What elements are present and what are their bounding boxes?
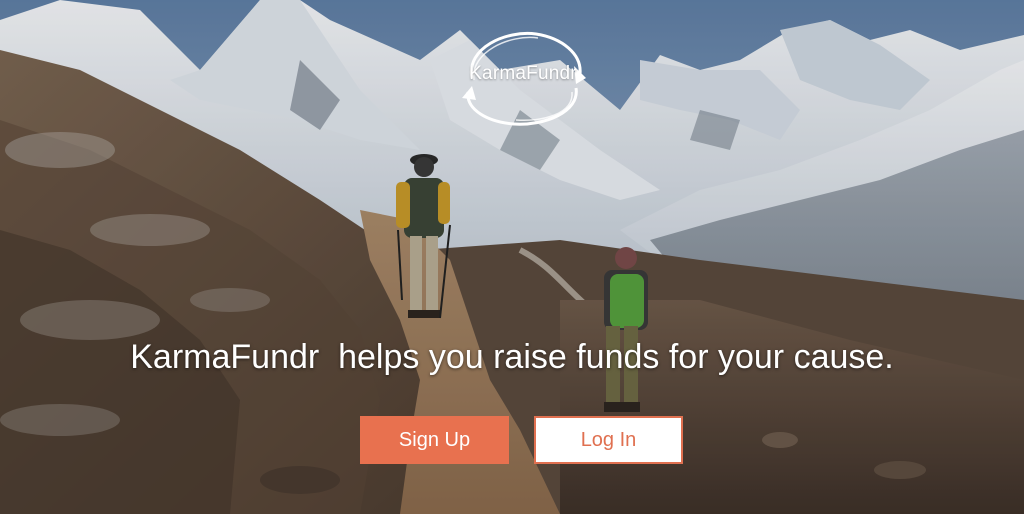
brand-name: KarmaFundr xyxy=(469,63,577,84)
sign-up-button[interactable]: Sign Up xyxy=(360,416,509,464)
log-in-button[interactable]: Log In xyxy=(534,416,683,464)
hero-tagline: KarmaFundr helps you raise funds for you… xyxy=(130,338,894,376)
hero-section: KarmaFundr KarmaFundr helps you raise fu… xyxy=(0,0,1024,514)
karmafundr-logo[interactable]: KarmaFundr xyxy=(452,26,594,130)
